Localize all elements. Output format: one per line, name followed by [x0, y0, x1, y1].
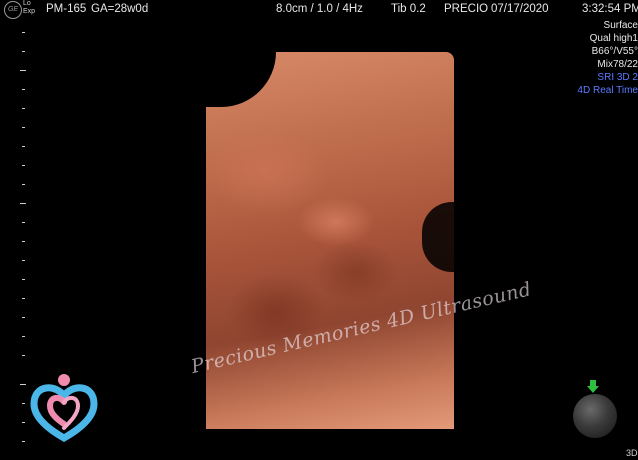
scan-time: 3:32:54 PM: [582, 3, 638, 15]
tib-value: Tib 0.2: [391, 3, 426, 15]
exp-line-1: Lo: [23, 0, 31, 7]
render-mode: Surface: [603, 20, 638, 31]
exp-indicator: Lo Exp: [23, 0, 35, 16]
render-shadow: [422, 202, 454, 272]
heart-logo-icon: [30, 374, 98, 442]
gestational-age: GA=28w0d: [91, 3, 149, 15]
ge-logo-icon: GE: [4, 1, 22, 19]
preset-name: PRECIO: [444, 3, 489, 15]
sri-setting: SRI 3D 2: [597, 72, 638, 83]
volume-angles: B66°/V55°: [591, 46, 638, 57]
quality-setting: Qual high1: [589, 33, 638, 44]
realtime-mode: 4D Real Time: [577, 85, 638, 96]
render-shadow: [206, 52, 276, 107]
patient-id: PM-165: [46, 3, 87, 15]
exp-line-2: Exp: [23, 8, 36, 15]
orientation-sphere-icon[interactable]: [573, 394, 617, 438]
scan-params: 8.0cm / 1.0 / 4Hz: [276, 3, 363, 15]
scan-date: 07/17/2020: [491, 3, 549, 15]
top-status-bar: GE Lo Exp PM-165 GA=28w0d 8.0cm / 1.0 / …: [0, 0, 638, 20]
mode-label: 3D: [626, 448, 638, 458]
3d-ultrasound-render[interactable]: [206, 52, 454, 429]
render-settings-panel: Surface Qual high1 B66°/V55° Mix78/22 SR…: [518, 19, 638, 97]
mix-setting: Mix78/22: [597, 59, 638, 70]
